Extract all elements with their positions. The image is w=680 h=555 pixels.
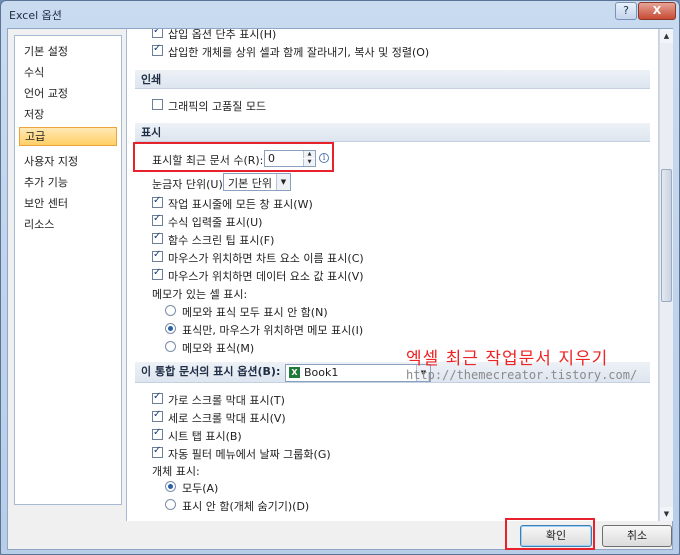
chart-element-names-label: 마우스가 위치하면 차트 요소 이름 표시(C)	[168, 252, 364, 265]
data-point-values-label: 마우스가 위치하면 데이터 요소 값 표시(V)	[168, 270, 364, 283]
chevron-down-icon[interactable]: ▼	[276, 174, 290, 190]
no-comments-radio[interactable]	[165, 305, 176, 316]
high-quality-graphics-checkbox[interactable]	[152, 99, 163, 110]
dialog-client-area: 기본 설정 수식 언어 교정 저장 고급 사용자 지정 추가 기능 보안 센터 …	[7, 28, 673, 550]
horizontal-scrollbar-label: 가로 스크롤 막대 표시(T)	[168, 394, 285, 407]
vertical-scrollbar-checkbox[interactable]	[152, 409, 163, 422]
comments-and-indicators-radio[interactable]	[165, 341, 176, 352]
help-button[interactable]: ?	[615, 2, 637, 20]
indicators-only-label: 표식만, 마우스가 위치하면 메모 표시(I)	[182, 324, 364, 337]
objects-all-label: 모두(A)	[182, 482, 219, 495]
function-screentips-label: 함수 스크린 팁 표시(F)	[168, 234, 275, 247]
sidebar-item-resources[interactable]: 리소스	[19, 215, 117, 234]
options-content-pane: 삽입 옵션 단추 표시(H) 삽입한 개체를 상위 셀과 함께 잘라내기, 복사…	[126, 29, 659, 521]
chart-element-names-checkbox[interactable]	[152, 249, 163, 262]
section-header-print: 인쇄	[135, 70, 650, 89]
function-screentips-checkbox[interactable]	[152, 231, 163, 244]
excel-workbook-icon: X	[289, 367, 300, 378]
objects-display-label: 개체 표시:	[152, 465, 200, 478]
objects-hide-label: 표시 안 함(개체 숨기기)(D)	[182, 500, 310, 513]
sidebar-item-save[interactable]: 저장	[19, 105, 117, 124]
group-dates-label: 자동 필터 메뉴에서 날짜 그룹화(G)	[168, 448, 331, 461]
sidebar-item-proofing[interactable]: 언어 교정	[19, 84, 117, 103]
insert-options-checkbox[interactable]	[152, 29, 163, 38]
show-all-windows-checkbox[interactable]	[152, 195, 163, 208]
ruler-units-value: 기본 단위	[228, 177, 272, 190]
insert-options-label: 삽입 옵션 단추 표시(H)	[168, 29, 277, 41]
sidebar-item-trust-center[interactable]: 보안 센터	[19, 194, 117, 213]
sheet-tabs-label: 시트 탭 표시(B)	[168, 430, 242, 443]
ok-button-highlight	[505, 518, 595, 550]
options-sidebar: 기본 설정 수식 언어 교정 저장 고급 사용자 지정 추가 기능 보안 센터 …	[14, 35, 122, 505]
objects-hide-radio[interactable]	[165, 499, 176, 510]
sidebar-item-addins[interactable]: 추가 기능	[19, 173, 117, 192]
scroll-up-icon[interactable]: ▲	[660, 29, 673, 43]
cut-copy-sort-label: 삽입한 개체를 상위 셀과 함께 잘라내기, 복사 및 정렬(O)	[168, 46, 430, 59]
ruler-units-dropdown[interactable]: 기본 단위 ▼	[223, 173, 291, 191]
objects-all-radio[interactable]	[165, 481, 176, 492]
show-all-windows-label: 작업 표시줄에 모든 창 표시(W)	[168, 198, 313, 211]
cut-copy-sort-checkbox[interactable]	[152, 43, 163, 56]
excel-options-dialog: Excel 옵션 ? X 기본 설정 수식 언어 교정 저장 고급 사용자 지정…	[0, 0, 680, 555]
watermark-title: 엑셀 최근 작업문서 지우기	[406, 349, 609, 369]
ruler-units-label: 눈금자 단위(U)	[152, 178, 223, 191]
watermark-url: http://themecreator.tistory.com/	[406, 368, 638, 382]
horizontal-scrollbar-checkbox[interactable]	[152, 391, 163, 404]
group-dates-checkbox[interactable]	[152, 445, 163, 458]
scrollbar-thumb[interactable]	[661, 169, 672, 302]
section-header-display: 표시	[135, 123, 650, 142]
content-scrollbar[interactable]: ▲ ▼	[659, 29, 673, 521]
window-title: Excel 옵션	[9, 9, 62, 22]
sidebar-item-formulas[interactable]: 수식	[19, 63, 117, 82]
vertical-scrollbar-label: 세로 스크롤 막대 표시(V)	[168, 412, 286, 425]
formula-bar-checkbox[interactable]	[152, 213, 163, 226]
no-comments-label: 메모와 표식 모두 표시 안 함(N)	[182, 306, 328, 319]
sidebar-item-popular[interactable]: 기본 설정	[19, 42, 117, 61]
close-button[interactable]: X	[638, 2, 676, 20]
sidebar-item-advanced[interactable]: 고급	[19, 127, 117, 146]
scroll-down-icon[interactable]: ▼	[660, 507, 673, 521]
comments-and-indicators-label: 메모와 표식(M)	[182, 342, 255, 355]
data-point-values-checkbox[interactable]	[152, 267, 163, 280]
high-quality-graphics-label: 그래픽의 고품질 모드	[168, 100, 267, 113]
comments-display-label: 메모가 있는 셀 표시:	[152, 288, 248, 301]
recent-docs-highlight	[133, 142, 334, 172]
sheet-tabs-checkbox[interactable]	[152, 427, 163, 440]
cancel-button[interactable]: 취소	[602, 525, 672, 547]
title-bar: Excel 옵션 ? X	[1, 1, 679, 27]
workbook-value: Book1	[304, 366, 339, 379]
sidebar-item-customize[interactable]: 사용자 지정	[19, 152, 117, 171]
formula-bar-label: 수식 입력줄 표시(U)	[168, 216, 263, 229]
indicators-only-radio[interactable]	[165, 323, 176, 334]
